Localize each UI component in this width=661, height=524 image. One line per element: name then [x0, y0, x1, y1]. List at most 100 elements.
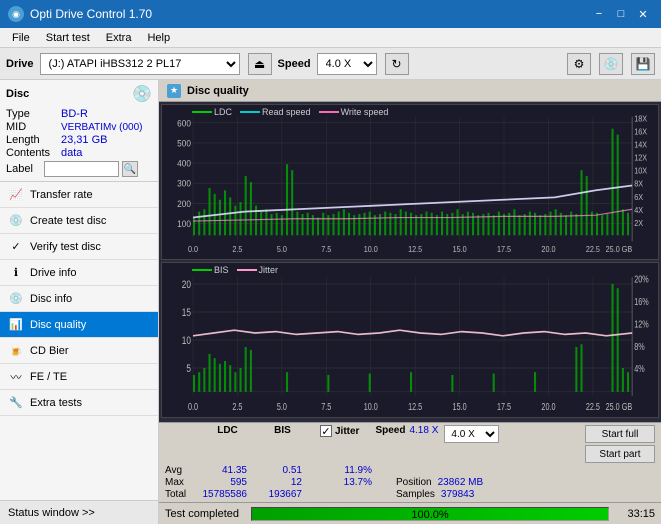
close-button[interactable]: ✕ [633, 5, 653, 23]
svg-text:12X: 12X [634, 153, 648, 163]
jitter-header: Jitter [335, 426, 359, 437]
menu-start-test[interactable]: Start test [38, 30, 98, 46]
svg-text:4X: 4X [634, 205, 644, 215]
svg-text:100: 100 [177, 218, 191, 229]
svg-text:22.5: 22.5 [586, 401, 600, 412]
speed-combo-select[interactable]: 4.0 X [444, 425, 499, 443]
legend-jitter: Jitter [237, 265, 279, 275]
svg-text:15.0: 15.0 [453, 401, 467, 412]
status-window-button[interactable]: Status window >> [0, 500, 158, 524]
type-value: BD-R [61, 108, 88, 120]
position-label: Position [396, 477, 432, 488]
disc-info-icon: 💿 [8, 291, 24, 307]
svg-text:20.0: 20.0 [541, 401, 555, 412]
samples-value: 379843 [441, 489, 474, 500]
sidebar: Disc 💿 Type BD-R MID VERBATIMv (000) Len… [0, 80, 159, 524]
svg-text:15.0: 15.0 [453, 244, 468, 254]
drive-select[interactable]: (J:) ATAPI iHBS312 2 PL17 [40, 53, 240, 75]
nav-transfer-rate[interactable]: 📈 Transfer rate [0, 182, 158, 208]
nav-disc-info[interactable]: 💿 Disc info [0, 286, 158, 312]
avg-ldc: 41.35 [200, 465, 255, 476]
refresh-icon[interactable]: ↻ [385, 53, 409, 75]
svg-text:22.5: 22.5 [586, 244, 600, 254]
svg-text:16X: 16X [634, 127, 648, 137]
settings-icon[interactable]: ⚙ [567, 53, 591, 75]
svg-text:500: 500 [177, 138, 191, 149]
nav-create-test-disc-label: Create test disc [30, 215, 106, 227]
menu-extra[interactable]: Extra [98, 30, 140, 46]
avg-jitter: 11.9% [320, 465, 380, 476]
nav-fe-te[interactable]: 〰 FE / TE [0, 364, 158, 390]
disc-length-row: Length 23,31 GB [6, 134, 152, 146]
menu-help[interactable]: Help [139, 30, 178, 46]
max-label: Max [165, 477, 200, 488]
jitter-checkbox[interactable]: ✓ [320, 425, 332, 437]
speed-select-wrapper: 4.0 X [444, 425, 499, 443]
svg-text:10.0: 10.0 [364, 401, 378, 412]
speed-select-drive[interactable]: 4.0 X [317, 53, 377, 75]
label-button[interactable]: 🔍 [122, 161, 138, 177]
max-ldc: 595 [200, 477, 255, 488]
disc-quality-title: Disc quality [187, 85, 249, 97]
nav-drive-info-label: Drive info [30, 267, 76, 279]
progress-percent: 100.0% [252, 508, 608, 521]
max-bis: 12 [255, 477, 310, 488]
total-ldc: 15785586 [200, 489, 255, 500]
label-input[interactable] [44, 161, 119, 177]
bottom-chart-legend: BIS Jitter [192, 265, 278, 275]
disc-type-row: Type BD-R [6, 108, 152, 120]
maximize-button[interactable]: □ [611, 5, 631, 23]
svg-text:16%: 16% [634, 296, 649, 307]
disc-icon[interactable]: 💿 [599, 53, 623, 75]
disc-panel-icon: 💿 [132, 84, 152, 104]
total-bis: 193667 [255, 489, 310, 500]
jitter-checkbox-area: ✓ Jitter [320, 425, 359, 437]
nav-disc-quality[interactable]: 📊 Disc quality [0, 312, 158, 338]
start-full-button[interactable]: Start full [585, 425, 655, 443]
transfer-rate-icon: 📈 [8, 187, 24, 203]
svg-text:20%: 20% [634, 273, 649, 284]
save-icon[interactable]: 💾 [631, 53, 655, 75]
nav-extra-tests[interactable]: 🔧 Extra tests [0, 390, 158, 416]
progress-bar: 100.0% [251, 507, 609, 521]
titlebar-controls: − □ ✕ [589, 5, 653, 23]
stats-bar: LDC BIS ✓ Jitter Speed 4.18 X 4.0 X Star… [159, 422, 661, 502]
speed-header: Speed [375, 425, 405, 436]
svg-text:5: 5 [186, 363, 191, 376]
cd-bier-icon: 🍺 [8, 343, 24, 359]
eject-button[interactable]: ⏏ [248, 53, 272, 75]
menu-file[interactable]: File [4, 30, 38, 46]
bottom-chart-svg: 20 15 10 5 20% 16% 12% 8% 4% 0.0 2.5 5.0… [162, 263, 658, 417]
nav-create-test-disc[interactable]: 💿 Create test disc [0, 208, 158, 234]
svg-text:14X: 14X [634, 140, 648, 150]
total-label: Total [165, 489, 200, 500]
nav-drive-info[interactable]: ℹ Drive info [0, 260, 158, 286]
content-area: ★ Disc quality LDC Read speed [159, 80, 661, 524]
nav-disc-info-label: Disc info [30, 293, 72, 305]
app-icon: ◉ [8, 6, 24, 22]
svg-text:10.0: 10.0 [364, 244, 379, 254]
disc-quality-header-icon: ★ [167, 84, 181, 98]
nav-verify-test-disc[interactable]: ✓ Verify test disc [0, 234, 158, 260]
nav-cd-bier-label: CD Bier [30, 345, 69, 357]
svg-text:8X: 8X [634, 179, 644, 189]
label-row: Label 🔍 [6, 161, 152, 177]
nav-fe-te-label: FE / TE [30, 371, 67, 383]
svg-text:5.0: 5.0 [277, 401, 287, 412]
nav-transfer-rate-label: Transfer rate [30, 189, 93, 201]
extra-tests-icon: 🔧 [8, 395, 24, 411]
app-title: Opti Drive Control 1.70 [30, 7, 152, 21]
jitter-legend-label: Jitter [259, 265, 279, 275]
minimize-button[interactable]: − [589, 5, 609, 23]
svg-text:2.5: 2.5 [232, 401, 242, 412]
svg-text:20: 20 [182, 279, 192, 292]
svg-text:12%: 12% [634, 318, 649, 329]
svg-text:25.0 GB: 25.0 GB [606, 244, 632, 254]
write-speed-label: Write speed [341, 107, 389, 117]
start-part-button[interactable]: Start part [585, 445, 655, 463]
top-chart-legend: LDC Read speed Write speed [192, 107, 388, 117]
svg-text:200: 200 [177, 198, 191, 209]
nav-cd-bier[interactable]: 🍺 CD Bier [0, 338, 158, 364]
nav-verify-test-disc-label: Verify test disc [30, 241, 101, 253]
create-disc-icon: 💿 [8, 213, 24, 229]
